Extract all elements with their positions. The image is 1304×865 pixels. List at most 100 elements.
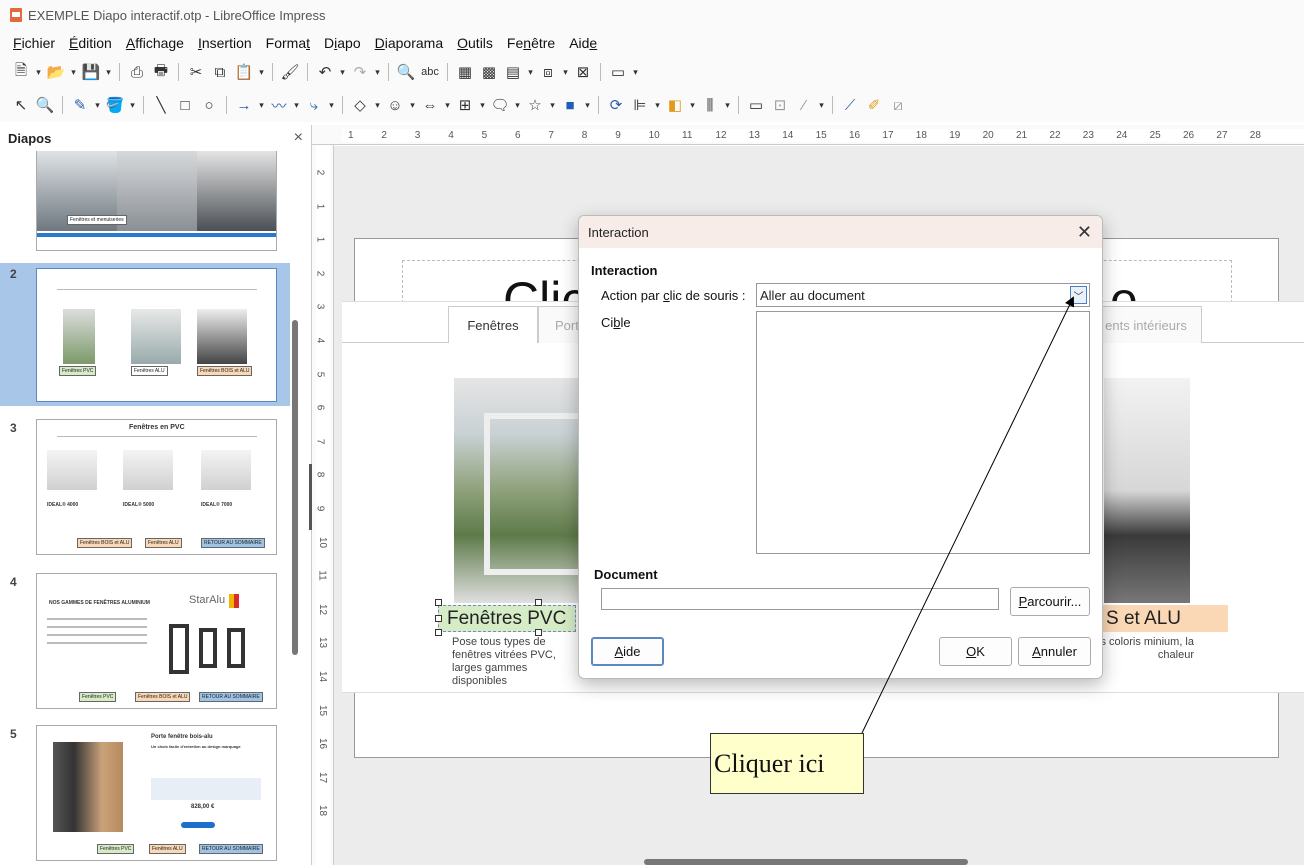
selection-handle[interactable] bbox=[435, 629, 442, 636]
open-folder-icon[interactable]: 📂 bbox=[45, 61, 67, 83]
menu-item[interactable]: Fichier bbox=[6, 32, 62, 54]
close-icon[interactable]: ✕ bbox=[1077, 222, 1092, 243]
action-select[interactable]: Aller au document ﹀ bbox=[756, 283, 1090, 307]
arrow-dropdown-icon[interactable]: ▾ bbox=[257, 100, 266, 111]
basic-shapes-dropdown-icon[interactable]: ▾ bbox=[373, 100, 382, 111]
chevron-down-icon[interactable]: ﹀ bbox=[1070, 286, 1087, 304]
line-color-icon[interactable]: ✎ bbox=[69, 94, 91, 116]
arrange-dropdown-icon[interactable]: ▾ bbox=[688, 100, 697, 111]
ok-button[interactable]: OK bbox=[939, 637, 1012, 666]
ellipse-tool-icon[interactable]: ○ bbox=[198, 94, 220, 116]
slide-thumbnail-5[interactable]: 5 Porte fenêtre bois-alu Un choix facile… bbox=[0, 723, 290, 865]
flowchart-dropdown-icon[interactable]: ▾ bbox=[478, 100, 487, 111]
curve-dropdown-icon[interactable]: ▾ bbox=[292, 100, 301, 111]
new-slide-dropdown-icon[interactable]: ▾ bbox=[561, 67, 570, 78]
symbol-shapes-dropdown-icon[interactable]: ▾ bbox=[408, 100, 417, 111]
export-pdf-icon[interactable]: ⎙ bbox=[126, 61, 148, 83]
selection-handle[interactable] bbox=[535, 599, 542, 606]
tab-amenagements-interieurs[interactable]: ents intérieurs bbox=[1090, 306, 1202, 343]
block-arrows-dropdown-icon[interactable]: ▾ bbox=[443, 100, 452, 111]
menu-item[interactable]: Diapo bbox=[317, 32, 368, 54]
menu-item[interactable]: Insertion bbox=[191, 32, 259, 54]
slides-pane-scrollbar[interactable] bbox=[292, 320, 298, 655]
distribute-dropdown-icon[interactable]: ▾ bbox=[723, 100, 732, 111]
tab-fenetres[interactable]: Fenêtres bbox=[448, 306, 538, 343]
close-pane-icon[interactable]: × bbox=[294, 129, 303, 147]
paste-icon[interactable]: 📋 bbox=[233, 61, 255, 83]
slide-thumbnail-2[interactable]: 2 Fenêtres PVC Fenêtres ALU Fenêtres BOI… bbox=[0, 263, 290, 406]
new-slide-icon[interactable]: ⧈ bbox=[537, 61, 559, 83]
canvas-horizontal-scrollbar[interactable] bbox=[644, 859, 968, 865]
3d-dropdown-icon[interactable]: ▾ bbox=[583, 100, 592, 111]
copy-icon[interactable]: ⧉ bbox=[209, 61, 231, 83]
rotate-icon[interactable]: ⟳ bbox=[605, 94, 627, 116]
new-dropdown-icon[interactable]: ▾ bbox=[34, 67, 43, 78]
slide-thumbnail-3[interactable]: 3 Fenêtres en PVC IDEAL® 4000 IDEAL® 500… bbox=[0, 417, 290, 562]
menu-item[interactable]: Édition bbox=[62, 32, 119, 54]
help-button[interactable]: Aide bbox=[591, 637, 664, 666]
selection-handle[interactable] bbox=[435, 599, 442, 606]
master-slide-icon[interactable]: ▤ bbox=[502, 61, 524, 83]
print-icon[interactable]: 🖶 bbox=[150, 61, 172, 83]
line-color-dropdown-icon[interactable]: ▾ bbox=[93, 100, 102, 111]
flowchart-icon[interactable]: ⊞ bbox=[454, 94, 476, 116]
undo-dropdown-icon[interactable]: ▾ bbox=[338, 67, 347, 78]
shadow-icon[interactable]: ▭ bbox=[745, 94, 767, 116]
arrow-line-icon[interactable]: → bbox=[233, 94, 255, 116]
align-objects-icon[interactable]: ⊫ bbox=[629, 94, 651, 116]
arrange-icon[interactable]: ◧ bbox=[664, 94, 686, 116]
horizontal-ruler[interactable]: 1 2 3 4 5 6 7 8 9 10 11 12 13 14 15 16 17 18 19 20 21 22 23 24 2… bbox=[312, 125, 1304, 145]
connector-tool-icon[interactable]: ⤷ bbox=[303, 94, 325, 116]
new-document-icon[interactable]: 🗎 bbox=[10, 61, 32, 83]
align-dropdown-icon[interactable]: ▾ bbox=[653, 100, 662, 111]
slide-thumbnail-4[interactable]: 4 NOS GAMMES DE FENÊTRES ALUMINIUM StarA… bbox=[0, 571, 290, 716]
redo-dropdown-icon[interactable]: ▾ bbox=[373, 67, 382, 78]
stars-dropdown-icon[interactable]: ▾ bbox=[548, 100, 557, 111]
menu-item[interactable]: Fenêtre bbox=[500, 32, 562, 54]
points-icon[interactable]: ⟋ bbox=[839, 94, 861, 116]
cancel-button[interactable]: Annuler bbox=[1018, 637, 1091, 666]
master-dropdown-icon[interactable]: ▾ bbox=[526, 67, 535, 78]
paste-dropdown-icon[interactable]: ▾ bbox=[257, 67, 266, 78]
line-tool-icon[interactable]: ╲ bbox=[150, 94, 172, 116]
display-grid-icon[interactable]: ▦ bbox=[454, 61, 476, 83]
3d-objects-icon[interactable]: ■ bbox=[559, 94, 581, 116]
toggle-extrusion-icon[interactable]: ⧄ bbox=[887, 94, 909, 116]
menu-item[interactable]: Format bbox=[259, 32, 317, 54]
cut-icon[interactable]: ✂ bbox=[185, 61, 207, 83]
slide-thumbnail-1[interactable]: Fenêtres et menuiseries bbox=[0, 151, 290, 261]
menu-item[interactable]: Aide bbox=[562, 32, 604, 54]
label-fenetres-bois-alu[interactable]: S et ALU bbox=[1098, 605, 1228, 632]
redo-icon[interactable]: ↷ bbox=[349, 61, 371, 83]
clone-formatting-icon[interactable]: 🖌 bbox=[279, 61, 301, 83]
crop-image-icon[interactable]: ⊡ bbox=[769, 94, 791, 116]
callout-shapes-icon[interactable]: 🗨 bbox=[489, 94, 511, 116]
select-arrow-icon[interactable]: ↖ bbox=[10, 94, 32, 116]
selection-handle[interactable] bbox=[435, 615, 442, 622]
block-arrows-icon[interactable]: ⇔ bbox=[419, 94, 441, 116]
basic-shapes-icon[interactable]: ◇ bbox=[349, 94, 371, 116]
browse-button[interactable]: Parcourir... bbox=[1010, 587, 1090, 616]
menu-item[interactable]: Diaporama bbox=[368, 32, 451, 54]
stars-icon[interactable]: ☆ bbox=[524, 94, 546, 116]
open-dropdown-icon[interactable]: ▾ bbox=[69, 67, 78, 78]
distribute-icon[interactable]: ⫼ bbox=[699, 94, 721, 116]
filter-dropdown-icon[interactable]: ▾ bbox=[817, 100, 826, 111]
layout-dropdown-icon[interactable]: ▾ bbox=[631, 67, 640, 78]
undo-icon[interactable]: ↶ bbox=[314, 61, 336, 83]
zoom-icon[interactable]: 🔍 bbox=[34, 94, 56, 116]
rectangle-tool-icon[interactable]: □ bbox=[174, 94, 196, 116]
slide-layout-icon[interactable]: ▭ bbox=[607, 61, 629, 83]
symbol-shapes-icon[interactable]: ☺ bbox=[384, 94, 406, 116]
window-photo-alu[interactable] bbox=[1104, 378, 1190, 603]
menu-item[interactable]: Outils bbox=[450, 32, 500, 54]
glue-points-icon[interactable]: ✐ bbox=[863, 94, 885, 116]
fill-color-dropdown-icon[interactable]: ▾ bbox=[128, 100, 137, 111]
label-fenetres-pvc[interactable]: Fenêtres PVC bbox=[438, 605, 576, 632]
save-dropdown-icon[interactable]: ▾ bbox=[104, 67, 113, 78]
delete-slide-icon[interactable]: ⊠ bbox=[572, 61, 594, 83]
save-icon[interactable]: 💾 bbox=[80, 61, 102, 83]
filter-icon[interactable]: ⁄ bbox=[793, 94, 815, 116]
menu-item[interactable]: Affichage bbox=[119, 32, 191, 54]
connector-dropdown-icon[interactable]: ▾ bbox=[327, 100, 336, 111]
